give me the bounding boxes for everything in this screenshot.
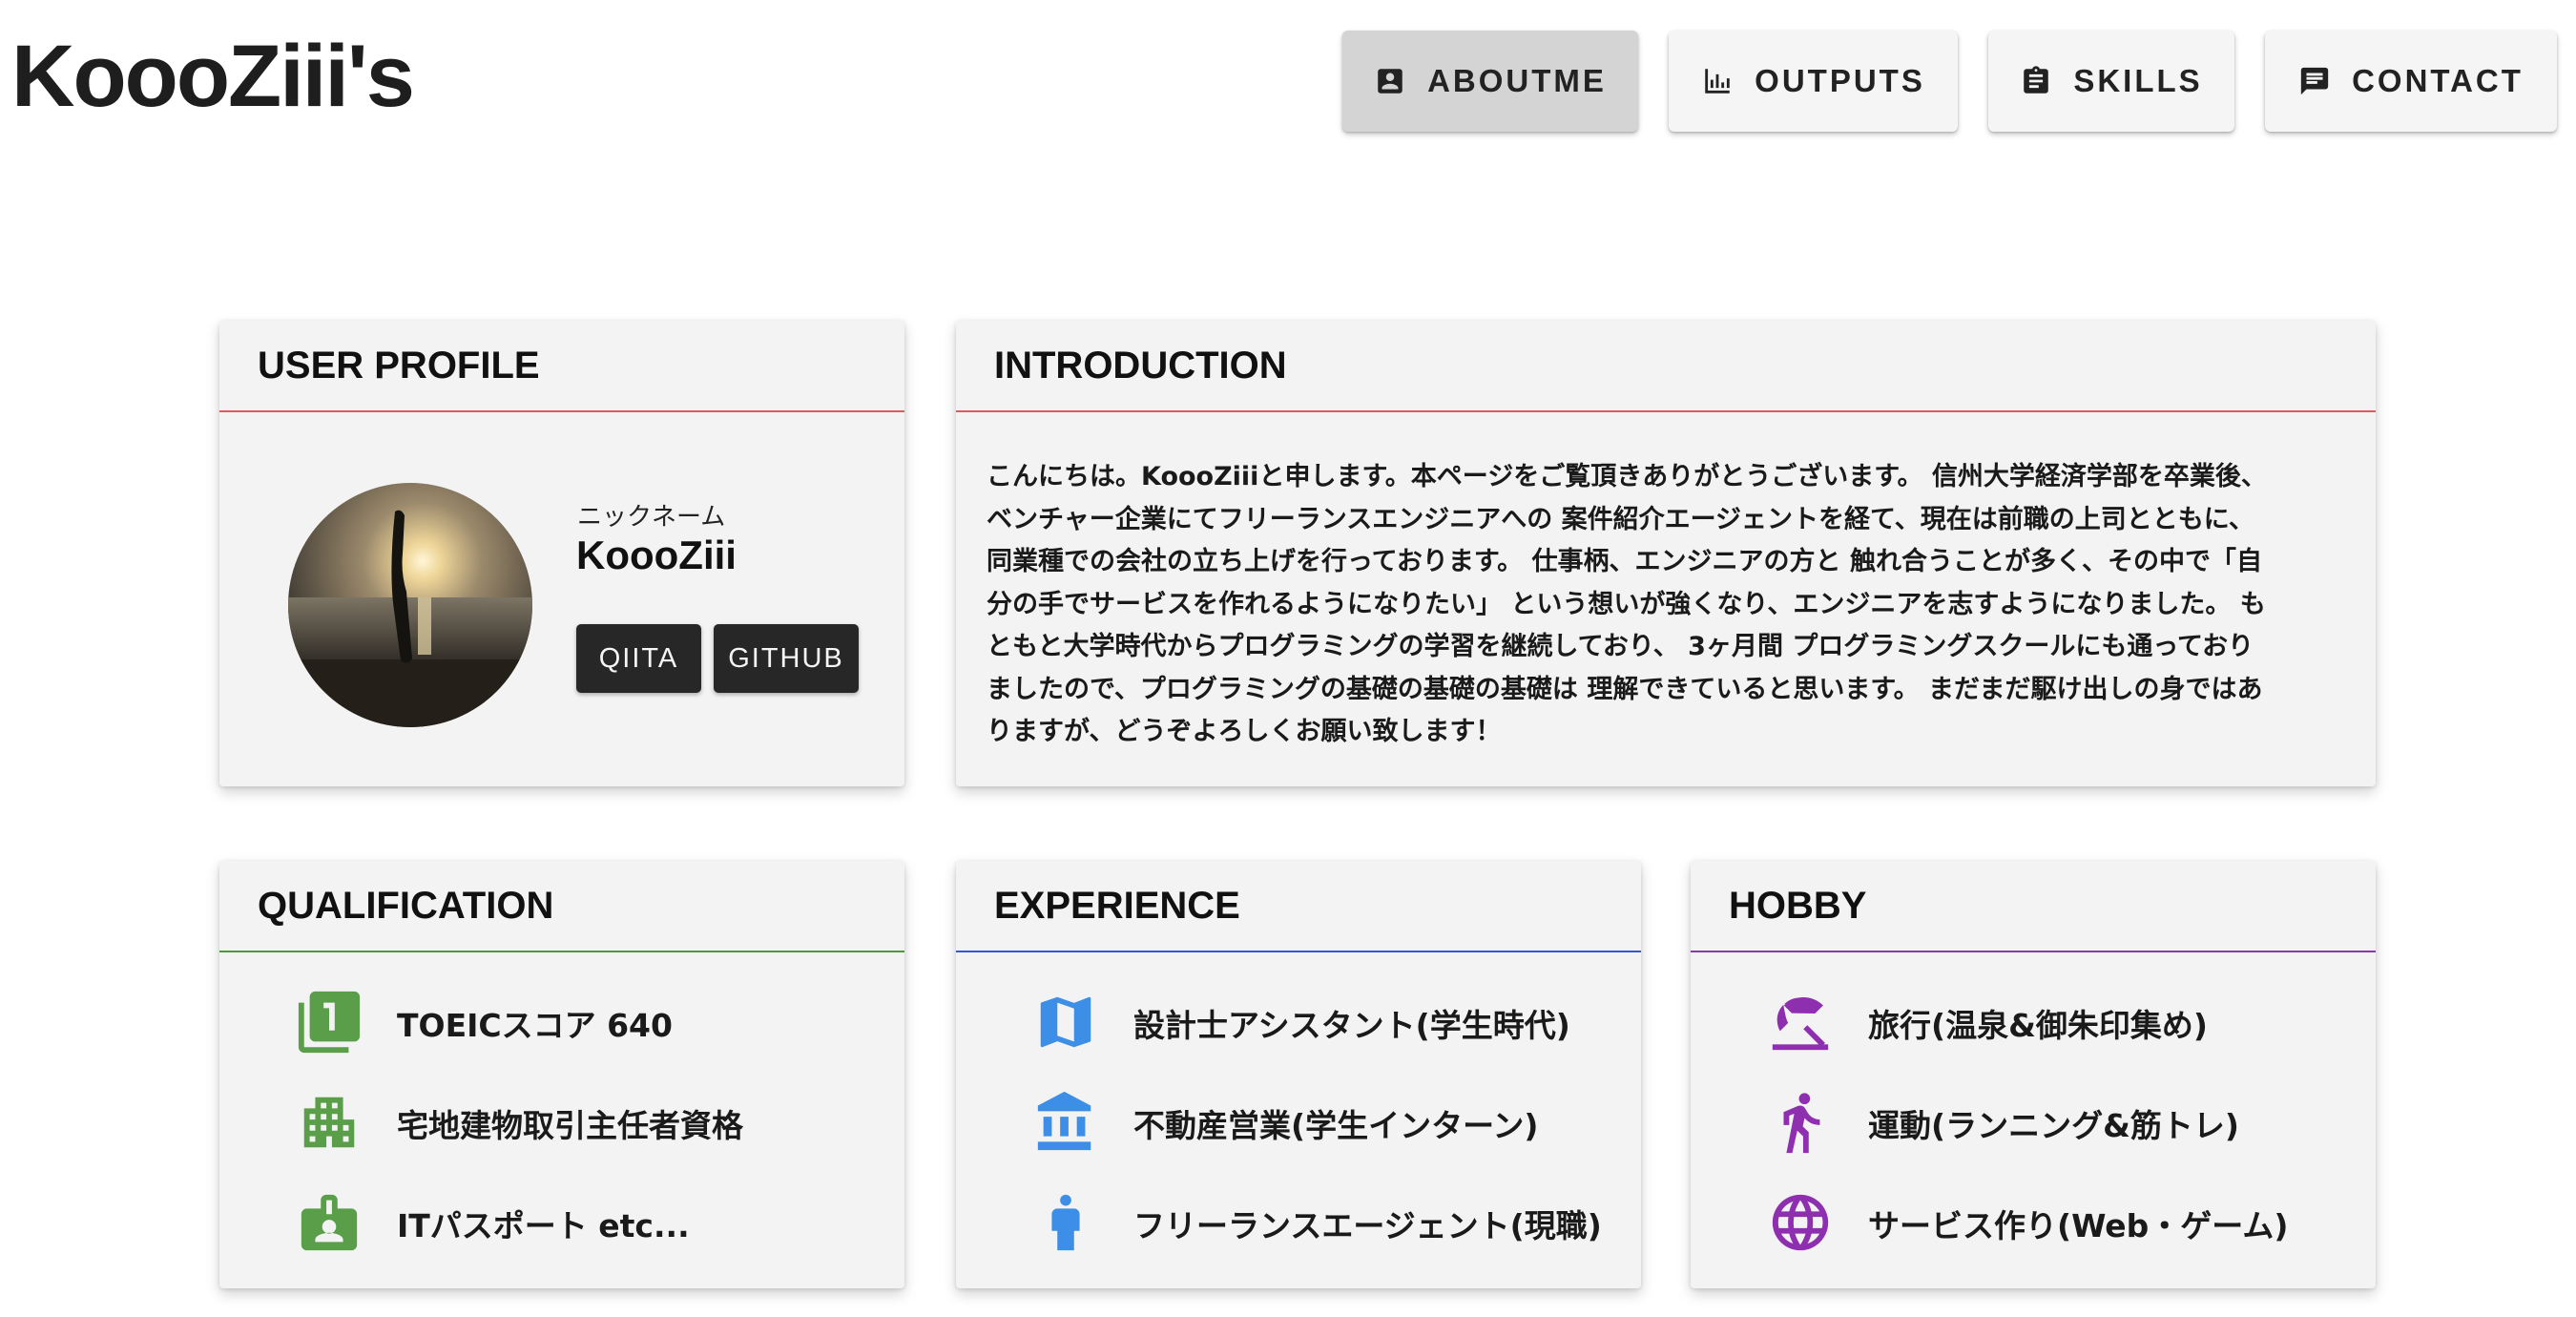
user-profile-card: USER PROFILE ニックネーム KoooZiii QIITA GITHU… xyxy=(219,321,904,786)
experience-header: EXPERIENCE xyxy=(956,861,1641,952)
list-item: 運動(ランニング&筋トレ) xyxy=(1691,1074,2376,1174)
apartment-icon xyxy=(294,1087,364,1158)
qualification-header: QUALIFICATION xyxy=(219,861,904,952)
intro-line: 同業種での会社の立ち上げを行っております。 仕事柄、エンジニアの方と 触れ合うこ… xyxy=(987,547,2262,576)
experience-text: フリーランスエージェント(現職) xyxy=(1133,1207,1602,1244)
experience-card: EXPERIENCE 設計士アシスタント(学生時代) 不動産営業(学生インターン… xyxy=(956,861,1641,1288)
experience-title: EXPERIENCE xyxy=(994,884,1240,927)
nav-skills-label: SKILLS xyxy=(2073,63,2203,98)
list-item: ITパスポート etc... xyxy=(219,1174,904,1274)
nav-outputs-button[interactable]: OUTPUTS xyxy=(1669,31,1958,132)
list-item: 不動産営業(学生インターン) xyxy=(956,1074,1641,1174)
intro-line: 分の手でサービスを作れるようになりたい」 という想いが強くなり、エンジニアを志す… xyxy=(987,589,2266,619)
hobby-text: 運動(ランニング&筋トレ) xyxy=(1868,1107,2239,1144)
user-profile-title: USER PROFILE xyxy=(258,344,540,387)
badge-icon xyxy=(294,1187,364,1258)
qualification-text: ITパスポート etc... xyxy=(397,1207,690,1244)
filter-1-icon xyxy=(294,987,364,1057)
list-item: 宅地建物取引主任者資格 xyxy=(219,1074,904,1174)
user-profile-header: USER PROFILE xyxy=(219,321,904,412)
nav-aboutme-button[interactable]: ABOUTME xyxy=(1342,31,1638,132)
list-item: TOEICスコア 640 xyxy=(219,973,904,1074)
assignment-icon xyxy=(2024,66,2049,94)
hobby-card: HOBBY 旅行(温泉&御朱印集め) 運動(ランニング&筋トレ) サービス作り(… xyxy=(1691,861,2376,1288)
running-icon xyxy=(1765,1087,1836,1158)
qualification-text: 宅地建物取引主任者資格 xyxy=(397,1107,743,1144)
globe-icon xyxy=(1765,1187,1836,1258)
hobby-text: 旅行(温泉&御朱印集め) xyxy=(1868,1007,2208,1044)
top-nav: ABOUTME OUTPUTS SKILLS CONTACT xyxy=(0,31,2576,134)
list-item: 設計士アシスタント(学生時代) xyxy=(956,973,1641,1074)
chat-icon xyxy=(2300,67,2329,95)
nav-outputs-label: OUTPUTS xyxy=(1755,63,1925,98)
introduction-header: INTRODUCTION xyxy=(956,321,2376,412)
beach-icon xyxy=(1765,987,1836,1057)
map-icon xyxy=(1030,987,1101,1057)
nav-skills-button[interactable]: SKILLS xyxy=(1988,31,2234,132)
hobby-title: HOBBY xyxy=(1729,884,1867,927)
intro-line: ともと大学時代からプログラミングの学習を継続しており、 3ヶ月間 プログラミング… xyxy=(987,632,2254,661)
introduction-title: INTRODUCTION xyxy=(994,344,1287,387)
github-button[interactable]: GITHUB xyxy=(714,624,859,693)
experience-text: 不動産営業(学生インターン) xyxy=(1133,1107,1539,1144)
bar-chart-icon xyxy=(1705,69,1730,94)
avatar xyxy=(288,483,532,727)
nickname: KoooZiii xyxy=(576,533,737,577)
qiita-button[interactable]: QIITA xyxy=(576,624,701,693)
introduction-text: こんにちは。KoooZiiiと申します。本ページをご覧頂きありがとうございます。… xyxy=(987,456,2341,754)
intro-line: ましたので、プログラミングの基礎の基礎の基礎は 理解できていると思います。 まだ… xyxy=(987,674,2263,704)
nav-aboutme-label: ABOUTME xyxy=(1427,63,1607,98)
qualification-text: TOEICスコア 640 xyxy=(397,1007,673,1044)
list-item: フリーランスエージェント(現職) xyxy=(956,1174,1641,1274)
list-item: サービス作り(Web・ゲーム) xyxy=(1691,1174,2376,1274)
hobby-text: サービス作り(Web・ゲーム) xyxy=(1868,1207,2289,1244)
intro-line: ベンチャー企業にてフリーランスエンジニアへの 案件紹介エージェントを経て、現在は… xyxy=(987,504,2254,534)
account-box-icon xyxy=(1378,69,1402,94)
bank-icon xyxy=(1030,1087,1101,1158)
intro-line: りますが、どうぞよろしくお願い致します！ xyxy=(987,717,1502,746)
hobby-header: HOBBY xyxy=(1691,861,2376,952)
experience-text: 設計士アシスタント(学生時代) xyxy=(1133,1007,1570,1044)
nav-contact-button[interactable]: CONTACT xyxy=(2265,31,2557,132)
qualification-title: QUALIFICATION xyxy=(258,884,554,927)
list-item: 旅行(温泉&御朱印集め) xyxy=(1691,973,2376,1074)
intro-line: こんにちは。KoooZiiiと申します。本ページをご覧頂きありがとうございます。… xyxy=(987,462,2267,491)
nickname-label: ニックネーム xyxy=(577,503,726,532)
qualification-card: QUALIFICATION TOEICスコア 640 宅地建物取引主任者資格 I… xyxy=(219,861,904,1288)
nav-contact-label: CONTACT xyxy=(2352,63,2524,98)
person-icon xyxy=(1030,1187,1101,1258)
introduction-card: INTRODUCTION こんにちは。KoooZiiiと申します。本ページをご覧… xyxy=(956,321,2376,786)
